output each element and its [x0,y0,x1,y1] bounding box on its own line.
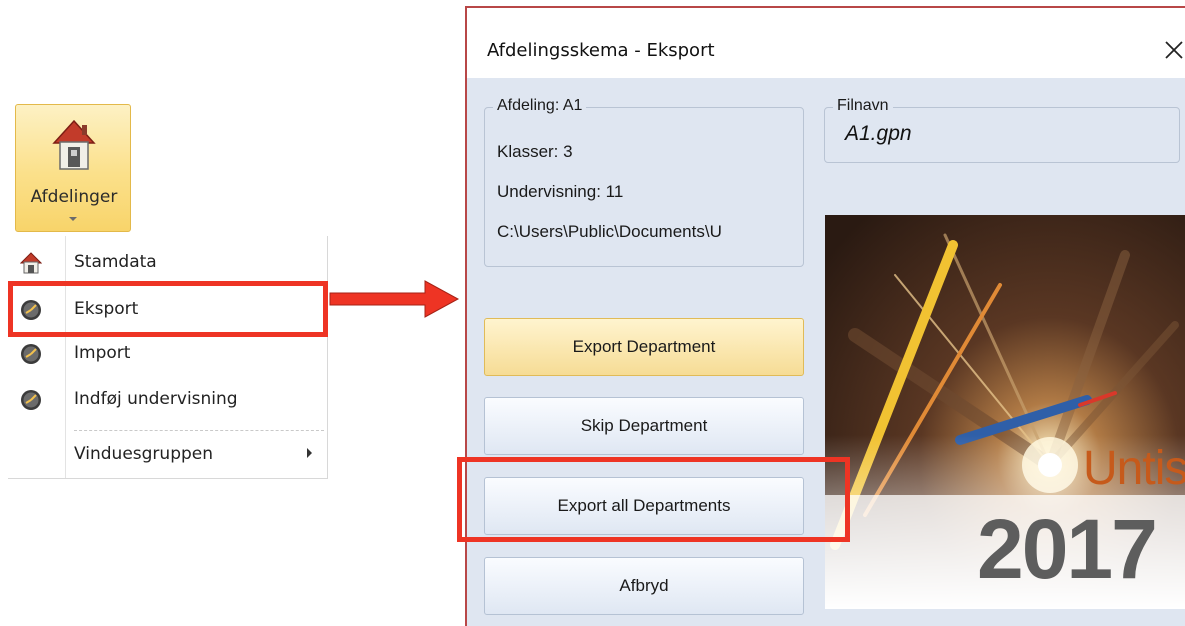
cancel-button[interactable]: Afbryd [484,557,804,615]
dialog-title: Afdelingsskema - Eksport [487,40,715,61]
untis-brand-text: Untis [1083,442,1185,495]
filename-group: Filnavn A1.gpn [824,97,1180,163]
teaching-count: Undervisning: 11 [497,182,624,201]
menu-item-label: Import [74,343,131,363]
menu-item-vinduesgruppen[interactable]: Vinduesgruppen [8,434,326,476]
dialog-titlebar: Afdelingsskema - Eksport [467,8,1185,78]
export-department-button[interactable]: Export Department [484,318,804,376]
department-legend: Afdeling: A1 [493,97,587,115]
filename-value: A1.gpn [845,122,912,145]
menu-item-label: Vinduesgruppen [74,444,214,464]
menu-item-indfoj-undervisning[interactable]: Indføj undervisning [8,379,326,421]
menu-item-import[interactable]: Import [8,333,326,375]
untis-splash-image: Untis 2017 [825,215,1185,609]
menu-item-label: Stamdata [74,252,157,272]
highlight-eksport [8,281,328,337]
house-icon [20,252,42,274]
clock-icon [21,344,41,364]
afdelinger-menu: Stamdata Eksport Import Indføj undervisn… [8,236,328,479]
submenu-arrow-icon [307,448,312,458]
department-info-group: Afdeling: A1 Klasser: 3 Undervisning: 11… [484,97,804,267]
afdelinger-ribbon-button[interactable]: Afdelinger [15,104,131,232]
pointer-arrow-icon [329,280,460,318]
menu-divider [74,430,324,431]
house-icon [52,119,96,170]
menu-item-stamdata[interactable]: Stamdata [8,242,326,284]
skip-department-button[interactable]: Skip Department [484,397,804,455]
clock-icon [21,390,41,410]
highlight-export-all [457,457,850,542]
chevron-down-icon[interactable] [67,215,79,223]
department-path: C:\Users\Public\Documents\U [497,222,722,241]
filename-legend: Filnavn [833,97,893,115]
untis-year-text: 2017 [977,502,1158,596]
close-icon[interactable] [1162,38,1185,62]
menu-item-label: Indføj undervisning [74,389,238,409]
ribbon-label: Afdelinger [30,187,118,207]
classes-count: Klasser: 3 [497,142,573,161]
